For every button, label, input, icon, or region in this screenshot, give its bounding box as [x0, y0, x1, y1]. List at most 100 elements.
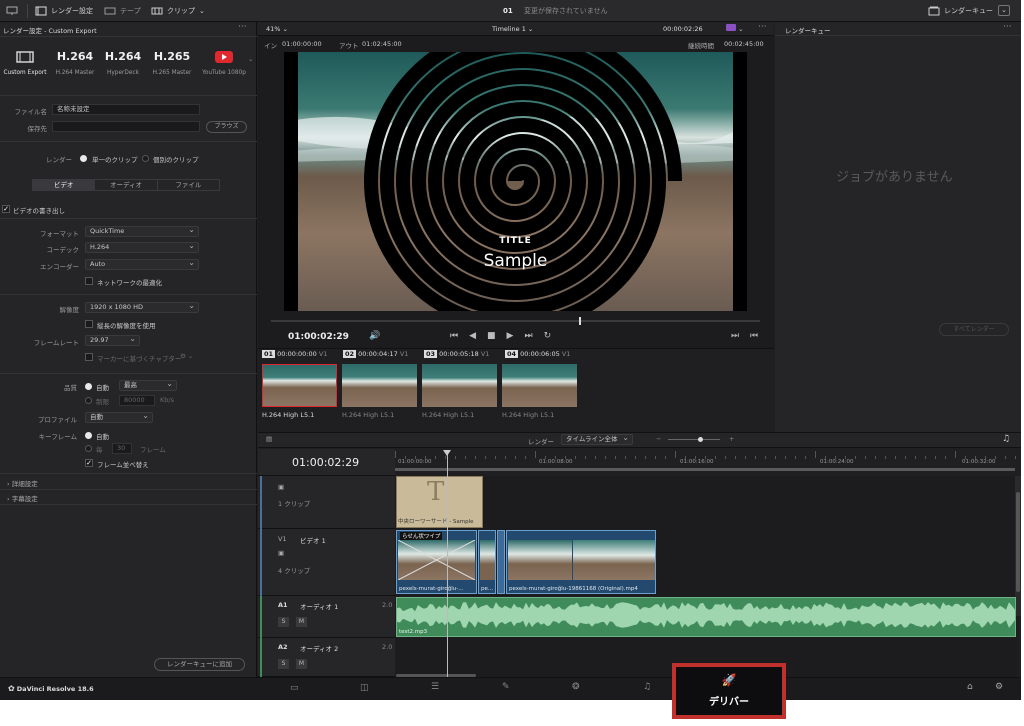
more-options-icon[interactable]: ··· [238, 22, 247, 32]
mute-button[interactable]: M [296, 659, 307, 669]
quality-auto-radio[interactable] [85, 383, 92, 390]
quality-restrict-radio[interactable] [85, 397, 92, 404]
video-clip-2[interactable]: pe... [478, 530, 496, 594]
add-to-render-queue-button[interactable]: レンダーキューに追加 [154, 658, 245, 671]
timeline-playhead[interactable] [447, 451, 448, 677]
home-icon[interactable]: ⌂ [967, 682, 973, 692]
clip-thumbnail-4[interactable] [502, 364, 577, 407]
timeline-zoom-slider[interactable] [668, 439, 720, 440]
loop-icon[interactable]: ↻ [544, 331, 552, 341]
tab-audio[interactable]: オーディオ [94, 180, 156, 190]
tab-file[interactable]: ファイル [156, 180, 219, 190]
queue-more-icon[interactable]: ··· [1003, 22, 1012, 32]
bitrate-field[interactable]: 80000 [119, 395, 155, 406]
clip-thumbnail-2[interactable] [342, 364, 417, 407]
zoom-in-icon[interactable]: + [729, 435, 734, 443]
render-settings-toggle[interactable]: レンダー設定 [35, 0, 93, 22]
collapse-icon[interactable]: ⌄ [998, 5, 1010, 16]
stop-icon[interactable]: ■ [487, 331, 496, 341]
video-clip-4[interactable]: pexels-murat-gi̇roğlu-19861168 (Original… [506, 530, 656, 594]
deliver-page-button[interactable]: 🚀 デリバー [672, 663, 786, 719]
export-video-checkbox[interactable]: ✓ [2, 205, 10, 213]
single-clip-radio[interactable] [80, 155, 87, 162]
ruler-tick [445, 456, 446, 459]
network-optimization-checkbox[interactable] [85, 277, 93, 285]
monitor-icon[interactable] [6, 0, 18, 22]
codec-dropdown[interactable]: H.264 [85, 241, 199, 253]
framerate-dropdown[interactable]: 29.97 [85, 334, 140, 346]
title-clip[interactable]: T 中央ローワーサード - Sample [396, 476, 483, 528]
encoder-dropdown[interactable]: Auto [85, 258, 199, 270]
mute-button[interactable]: M [296, 617, 307, 627]
timeline-vscroll[interactable] [1015, 476, 1021, 616]
resolution-dropdown[interactable]: 1920 x 1080 HD [85, 301, 199, 313]
video-clip-1[interactable]: らせん状ワイプ pexels-murat-gi̇roğlu-... [396, 530, 477, 594]
next-clip-icon[interactable]: ⏮ [750, 331, 758, 341]
video-preview[interactable]: TITLE Sample [284, 52, 747, 311]
preset-h264-master[interactable]: H.264 H.264 Master [50, 50, 100, 76]
audio-clip[interactable]: test2.mp3 [396, 597, 1016, 637]
film-strip-icon [0, 50, 50, 64]
preset-h265-master[interactable]: H.265 H.265 Master [147, 50, 197, 76]
track-clips-icon[interactable]: ▣ [278, 549, 284, 557]
solo-button[interactable]: S [278, 617, 289, 627]
render-queue-toggle[interactable]: レンダーキュー [928, 0, 993, 22]
go-to-end-icon[interactable]: ⏭ [524, 331, 532, 341]
settings-gear-icon[interactable]: ⚙ [995, 682, 1003, 692]
viewer-more-icon[interactable]: ··· [758, 22, 767, 32]
individual-clips-radio[interactable] [142, 155, 149, 162]
render-range-dropdown[interactable]: タイムライン全体 [561, 433, 633, 445]
track-clips-icon[interactable]: ▣ [278, 483, 284, 491]
subtitle-settings-toggle[interactable]: › 字幕設定 [7, 493, 38, 503]
ruler-tick [605, 456, 606, 459]
vertical-resolution-checkbox[interactable] [85, 320, 93, 328]
clip-thumbnail-3[interactable] [422, 364, 497, 407]
clip-thumbnail-1[interactable] [262, 364, 337, 407]
fairlight-page-icon[interactable]: ♫ [643, 682, 651, 692]
keyframe-every-radio[interactable] [85, 445, 92, 452]
tab-video[interactable]: ビデオ [33, 180, 95, 190]
video-clip-3[interactable] [497, 530, 505, 594]
timeline-name[interactable]: Timeline 1 ⌄ [492, 25, 533, 33]
tape-toggle[interactable]: テープ [104, 0, 141, 22]
render-all-button[interactable]: すべてレンダー [939, 323, 1009, 336]
fusion-page-icon[interactable]: ✎ [502, 682, 510, 692]
play-icon[interactable]: ▶ [507, 331, 514, 341]
play-reverse-icon[interactable]: ◀ [469, 331, 476, 341]
color-page-icon[interactable]: ❂ [572, 682, 580, 692]
scrubber-playhead[interactable] [579, 317, 581, 325]
timeline-view-icon[interactable]: ▤ [266, 435, 272, 443]
cut-page-icon[interactable]: ◫ [360, 683, 369, 693]
solo-button[interactable]: S [278, 659, 289, 669]
frame-reorder-checkbox[interactable]: ✓ [85, 459, 93, 467]
viewer-scrubber[interactable] [271, 320, 760, 322]
preset-hyperdeck[interactable]: H.264 HyperDeck [98, 50, 148, 76]
zoom-level[interactable]: 41% ⌄ [266, 25, 288, 33]
volume-icon[interactable]: 🔊 [369, 331, 380, 341]
viewer-options-icon[interactable]: ⌄ [726, 24, 744, 33]
save-location-field[interactable] [52, 121, 200, 132]
go-to-start-icon[interactable]: ⏮ [450, 331, 458, 341]
audio-note-icon[interactable]: ♫ [1002, 434, 1010, 444]
profile-dropdown[interactable]: 自動 [85, 411, 153, 423]
presets-more-icon[interactable]: ⌄ [248, 55, 253, 63]
zoom-out-icon[interactable]: − [656, 435, 661, 443]
preset-custom-export[interactable]: Custom Export [0, 50, 50, 76]
format-dropdown[interactable]: QuickTime [85, 225, 199, 237]
browse-button[interactable]: ブラウズ [206, 121, 247, 133]
quality-dropdown[interactable]: 最高 [119, 379, 177, 391]
chapters-checkbox[interactable] [85, 353, 93, 361]
playhead-marker[interactable] [443, 450, 451, 456]
preset-youtube[interactable]: YouTube 1080p [199, 50, 249, 76]
clip-header-2: 02 00:00:04:17 V1 [343, 350, 409, 358]
prev-clip-icon[interactable]: ⏭ [731, 331, 739, 341]
filename-field[interactable]: 名称未設定 [52, 104, 200, 115]
clip-toggle[interactable]: クリップ ⌄ [151, 0, 205, 22]
keyframe-interval-field[interactable]: 30 [112, 443, 132, 454]
edit-page-icon[interactable]: ☰ [431, 682, 439, 692]
duration-timecode: 00:02:45:00 [724, 40, 764, 48]
zoom-slider-knob[interactable] [698, 437, 703, 442]
media-page-icon[interactable]: ▭ [290, 683, 299, 693]
advanced-settings-toggle[interactable]: › 詳細設定 [7, 478, 38, 488]
keyframe-auto-radio[interactable] [85, 432, 92, 439]
